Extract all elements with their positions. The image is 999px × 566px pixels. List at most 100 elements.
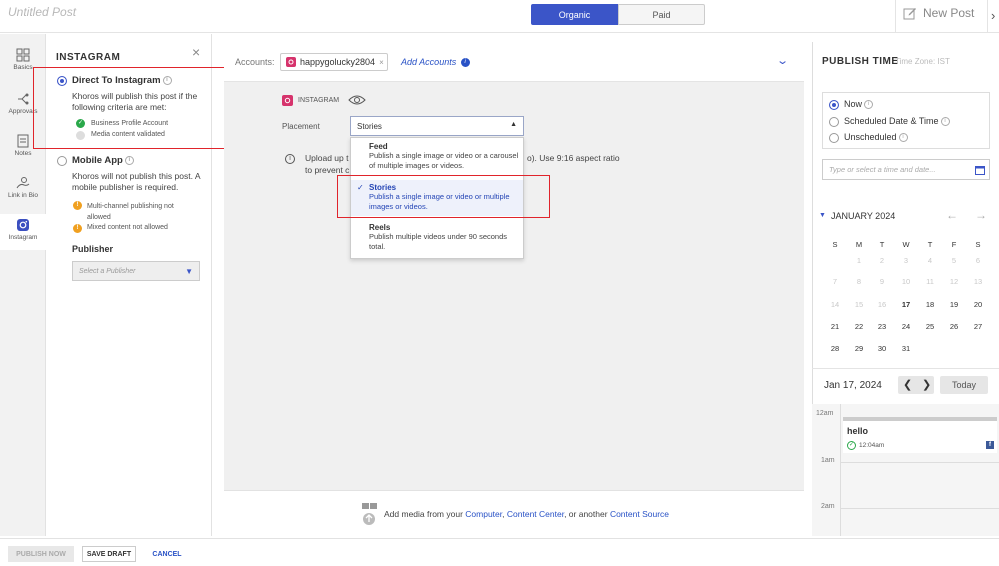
upload-hint-start: Upload up t	[305, 153, 349, 163]
calendar-day: 4	[927, 256, 933, 265]
calendar-day: 10	[901, 277, 911, 286]
rail-label: Instagram	[8, 234, 38, 241]
calendar-day[interactable]: 24	[896, 322, 916, 331]
calendar-day: 2	[879, 256, 885, 265]
network-label: INSTAGRAM	[298, 97, 340, 104]
placement-select[interactable]: Stories ▲	[350, 116, 524, 136]
scheduled-radio[interactable]	[829, 117, 839, 127]
warning-item: Mixed content not allowed	[87, 224, 168, 231]
menu-item-title: Feed	[369, 142, 388, 151]
publish-time-heading: PUBLISH TIME	[822, 56, 899, 67]
divider	[987, 0, 988, 33]
publish-now-button[interactable]: PUBLISH NOW	[8, 546, 74, 562]
hour-line	[841, 462, 999, 463]
unscheduled-radio[interactable]	[829, 133, 839, 143]
calendar-day[interactable]: 30	[872, 344, 892, 353]
time-axis	[840, 404, 841, 536]
rail-item-link-in-bio[interactable]: Link in Bio	[0, 176, 46, 210]
add-accounts-link[interactable]: Add Accounts i	[401, 57, 470, 68]
mobile-title: Mobile App i	[72, 155, 134, 166]
rail-label: Notes	[14, 150, 32, 157]
caret-up-icon: ▲	[510, 121, 517, 128]
instagram-icon	[282, 95, 293, 106]
calendar-day[interactable]: 31	[896, 344, 916, 353]
chevron-down-icon[interactable]: ⌄	[776, 54, 789, 67]
content-center-link[interactable]: Content Center	[507, 509, 564, 519]
next-month-icon[interactable]: →	[975, 208, 987, 222]
info-icon[interactable]: i	[124, 155, 134, 165]
upload-hint-line2: to prevent c	[305, 165, 350, 175]
facebook-icon: f	[986, 441, 994, 449]
calendar-icon[interactable]	[975, 165, 985, 175]
calendar-day[interactable]: 20	[968, 300, 988, 309]
calendar-day: 6	[975, 256, 981, 265]
now-radio[interactable]	[829, 100, 839, 110]
prev-day-icon[interactable]: ❮	[903, 378, 912, 391]
cancel-button[interactable]: CANCEL	[146, 546, 188, 562]
calendar-day[interactable]: 29	[849, 344, 869, 353]
prev-month-icon[interactable]: ←	[946, 208, 958, 222]
menu-item-feed[interactable]: Feed Publish a single image or video or …	[351, 142, 523, 176]
media-separator: , or another	[564, 509, 608, 519]
scheduled-post-card[interactable]: hello ✓ 12:04am f	[843, 417, 997, 453]
option-unscheduled: Unscheduled i	[844, 132, 908, 143]
tab-organic[interactable]: Organic	[531, 4, 618, 25]
calendar-day: 9	[879, 277, 885, 286]
menu-item-reels[interactable]: Reels Publish multiple videos under 90 s…	[351, 223, 523, 257]
calendar-day[interactable]: 22	[849, 322, 869, 331]
highlight-box	[337, 175, 550, 218]
next-day-icon[interactable]: ❯	[922, 378, 931, 391]
upload-hint-end: o). Use 9:16 aspect ratio	[527, 153, 620, 163]
publisher-select[interactable]: Select a Publisher ▼	[72, 261, 200, 281]
calendar-day[interactable]: 19	[944, 300, 964, 309]
calendar-day: 14	[830, 300, 840, 309]
post-title[interactable]: Untitled Post	[8, 5, 76, 19]
edit-icon	[903, 8, 916, 20]
mobile-radio[interactable]	[57, 156, 67, 166]
calendar-day[interactable]: 17	[896, 300, 916, 309]
remove-icon[interactable]: ×	[379, 58, 384, 67]
calendar-day[interactable]: 27	[968, 322, 988, 331]
accounts-label: Accounts:	[235, 57, 275, 67]
weekday-label: S	[975, 240, 981, 249]
chevron-right-icon[interactable]: ›	[991, 8, 995, 23]
media-separator: ,	[502, 509, 505, 519]
close-icon[interactable]: ×	[192, 44, 200, 60]
post-title: hello	[847, 426, 869, 436]
account-chip[interactable]: happygolucky2804 ×	[280, 53, 388, 71]
publisher-label: Publisher	[72, 244, 114, 254]
calendar-day[interactable]: 18	[920, 300, 940, 309]
calendar-day: 13	[973, 277, 983, 286]
info-icon[interactable]: i	[940, 117, 950, 127]
rail-item-instagram[interactable]: Instagram	[0, 214, 46, 250]
computer-link[interactable]: Computer	[465, 509, 502, 519]
calendar-day[interactable]: 25	[920, 322, 940, 331]
info-icon[interactable]: i	[898, 133, 908, 143]
datetime-input[interactable]: Type or select a time and date...	[822, 159, 990, 180]
media-upload-icon[interactable]	[358, 502, 380, 526]
content-source-link[interactable]: Content Source	[610, 509, 669, 519]
mobile-desc: Khoros will not publish this post. A mob…	[72, 171, 201, 192]
instagram-icon	[286, 57, 296, 67]
calendar-day[interactable]: 28	[825, 344, 845, 353]
hour-line	[841, 508, 999, 509]
warning-item: Multi-channel publishing not allowed	[87, 203, 174, 221]
tab-paid[interactable]: Paid	[618, 4, 705, 25]
placement-label: Placement	[282, 122, 320, 131]
weekday-label: S	[832, 240, 838, 249]
calendar-day[interactable]: 23	[872, 322, 892, 331]
calendar-day[interactable]: 21	[825, 322, 845, 331]
caret-down-icon[interactable]: ▼	[819, 212, 826, 219]
calendar-day[interactable]: 26	[944, 322, 964, 331]
weekday-label: F	[951, 240, 957, 249]
today-button[interactable]: Today	[940, 376, 988, 394]
info-icon[interactable]: i	[460, 58, 470, 68]
note-icon	[17, 134, 29, 148]
check-icon: ✓	[847, 441, 856, 450]
weekday-label: T	[927, 240, 933, 249]
panel-heading: INSTAGRAM	[56, 52, 121, 63]
save-draft-button[interactable]: SAVE DRAFT	[82, 546, 136, 562]
eye-icon[interactable]	[348, 94, 366, 106]
new-post-button[interactable]: New Post	[903, 6, 974, 20]
info-icon[interactable]: i	[864, 100, 874, 110]
